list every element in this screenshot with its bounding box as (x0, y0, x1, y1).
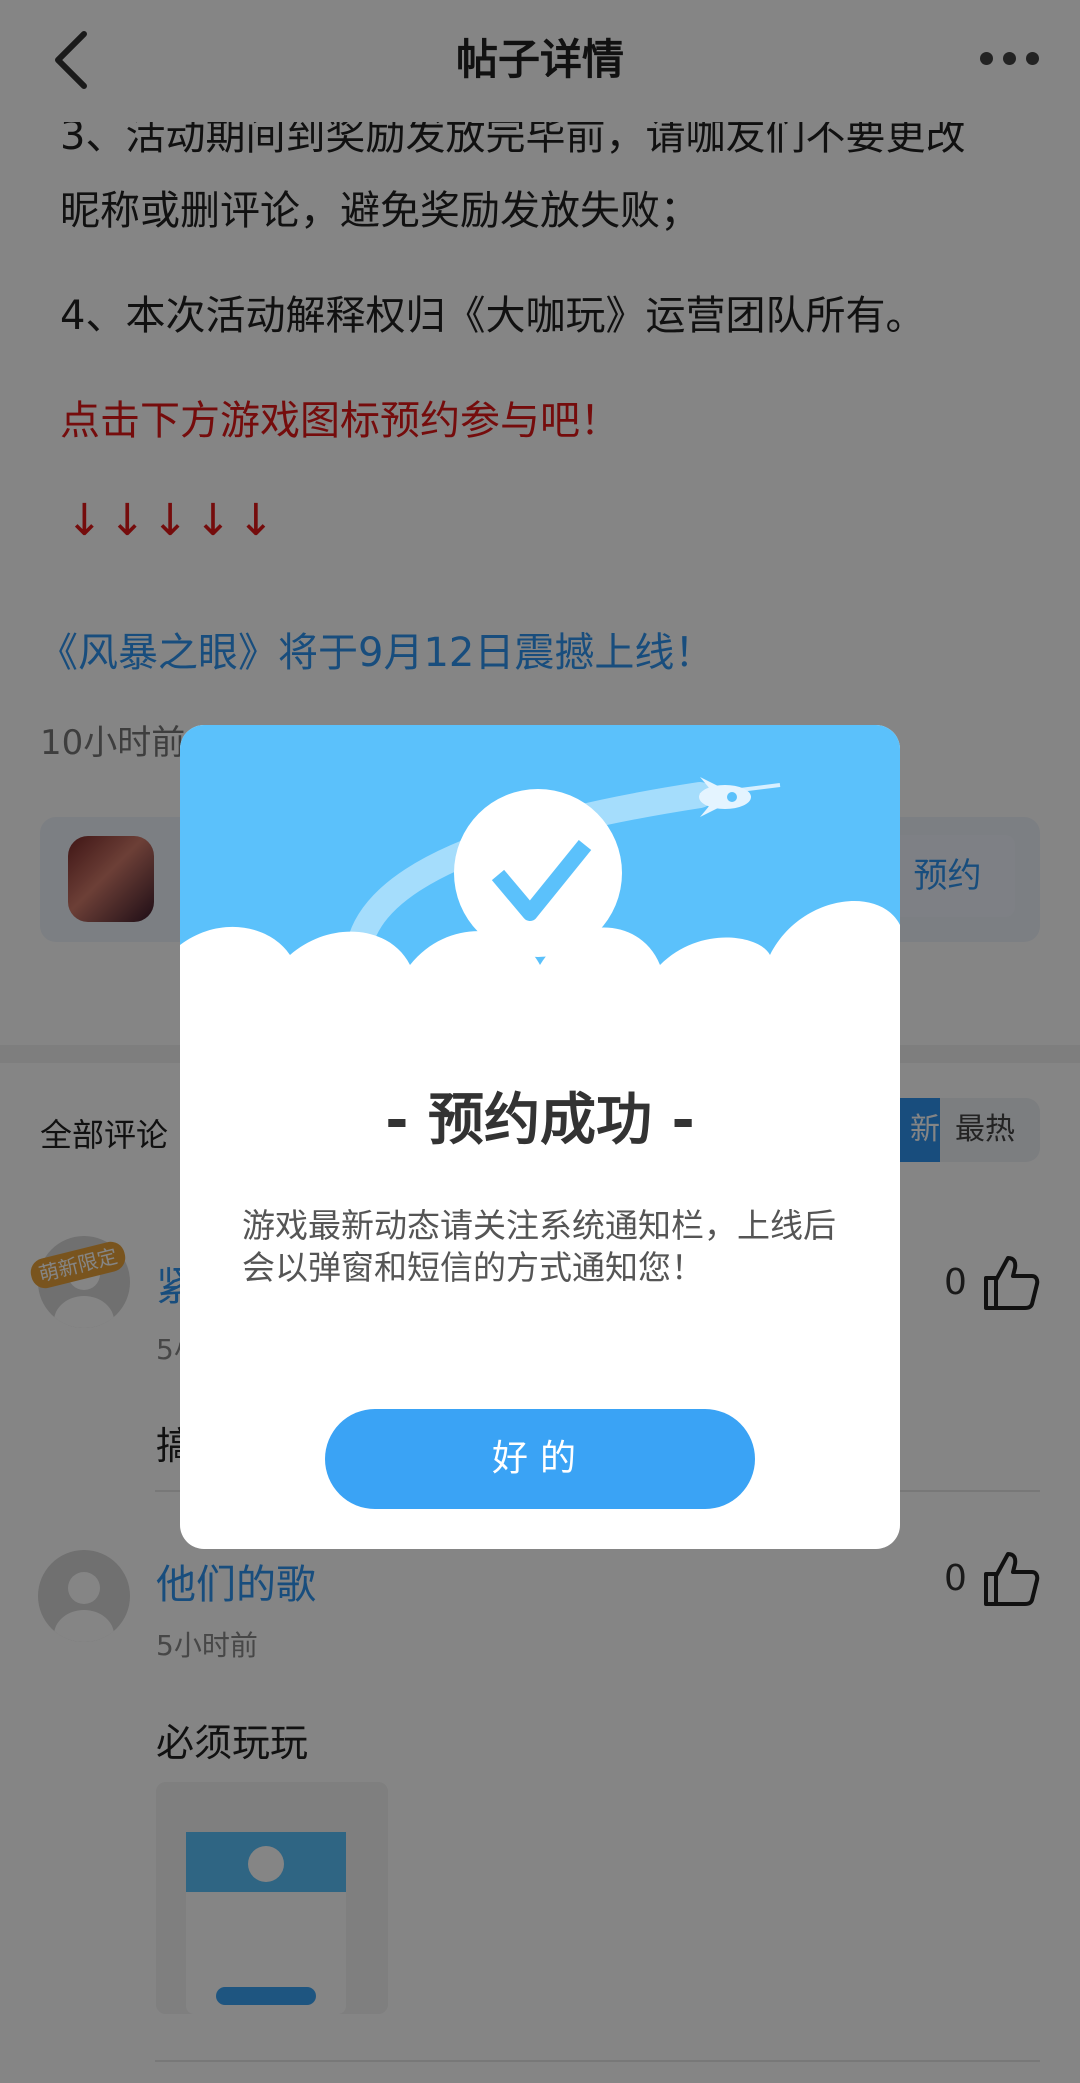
dialog-message: 游戏最新动态请关注系统通知栏，上线后会以弹窗和短信的方式通知您！ (242, 1206, 836, 1287)
reservation-success-dialog: - 预约成功 - 游戏最新动态请关注系统通知栏，上线后会以弹窗和短信的方式通知您… (180, 725, 900, 1549)
ok-button[interactable]: 好的 (325, 1409, 755, 1509)
success-illustration (180, 725, 900, 1065)
dialog-title: - 预约成功 - (385, 1088, 695, 1153)
